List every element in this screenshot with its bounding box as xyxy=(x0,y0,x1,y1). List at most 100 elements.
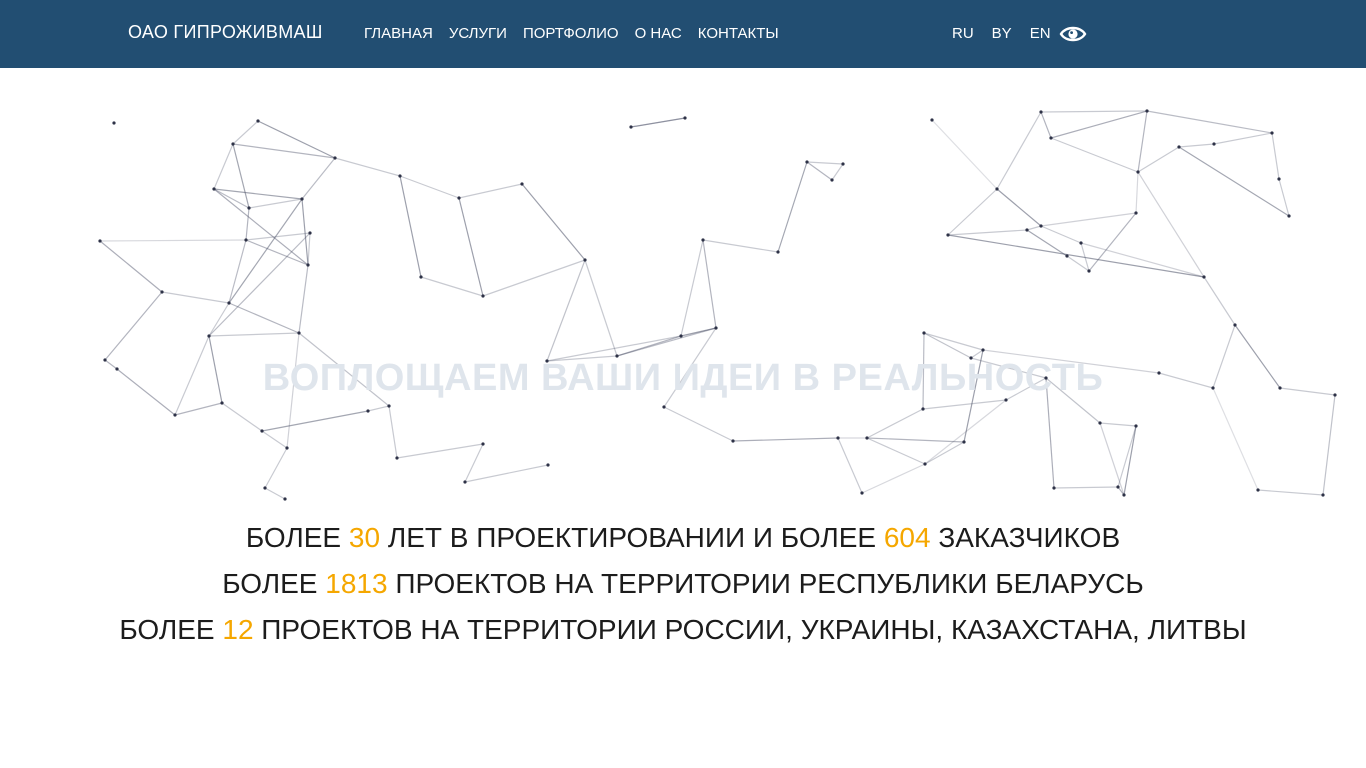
network-line xyxy=(1099,422,1137,427)
network-line xyxy=(1135,171,1139,214)
network-node xyxy=(1177,145,1181,149)
network-node xyxy=(98,239,102,243)
network-node xyxy=(481,442,485,446)
network-node xyxy=(1039,224,1043,228)
network-line xyxy=(1040,111,1052,139)
network-node xyxy=(463,480,467,484)
network-node xyxy=(1134,211,1138,215)
network-line xyxy=(546,259,586,362)
network-line xyxy=(947,188,998,236)
network-node xyxy=(981,348,985,352)
stat-text: ПРОЕКТОВ НА ТЕРРИТОРИИ РЕСПУБЛИКИ БЕЛАРУ… xyxy=(387,568,1144,599)
network-line xyxy=(996,188,1042,227)
network-node xyxy=(995,187,999,191)
network-line xyxy=(208,232,311,337)
stat-line: БОЛЕЕ 1813 ПРОЕКТОВ НА ТЕРРИТОРИИ РЕСПУБ… xyxy=(0,564,1366,610)
nav-item-about[interactable]: О НАС xyxy=(635,25,682,43)
eye-icon[interactable] xyxy=(1059,24,1087,44)
network-node xyxy=(231,142,235,146)
network-line xyxy=(923,332,984,351)
network-node xyxy=(946,233,950,237)
network-line xyxy=(261,410,369,432)
network-node xyxy=(247,206,251,210)
network-line xyxy=(261,430,288,449)
network-line xyxy=(922,399,1007,410)
network-node xyxy=(1079,241,1083,245)
stat-text: БОЛЕЕ xyxy=(119,614,223,645)
network-line xyxy=(1322,394,1336,496)
network-node xyxy=(520,182,524,186)
network-node xyxy=(830,178,834,182)
network-line xyxy=(232,143,250,209)
network-line xyxy=(931,119,998,190)
network-line xyxy=(1099,422,1125,496)
network-node xyxy=(1134,424,1138,428)
network-line xyxy=(1040,212,1137,227)
network-node xyxy=(930,118,934,122)
nav-item-home[interactable]: ГЛАВНАЯ xyxy=(364,25,433,43)
network-line xyxy=(104,291,163,361)
network-line xyxy=(1026,225,1042,231)
nav-item-contacts[interactable]: КОНТАКТЫ xyxy=(698,25,779,43)
network-node xyxy=(1287,214,1291,218)
lang-ru[interactable]: RU xyxy=(952,25,974,43)
network-node xyxy=(962,440,966,444)
network-line xyxy=(396,443,484,459)
lang-en[interactable]: EN xyxy=(1030,25,1051,43)
network-node xyxy=(629,125,633,129)
network-node xyxy=(244,238,248,242)
network-node xyxy=(923,462,927,466)
brand-logo-text[interactable]: ОАО ГИПРОЖИВМАШ xyxy=(128,22,323,43)
network-node xyxy=(112,121,116,125)
network-node xyxy=(398,174,402,178)
network-line xyxy=(99,240,163,293)
network-line xyxy=(680,239,704,337)
network-node xyxy=(841,162,845,166)
network-line xyxy=(213,188,303,200)
network-node xyxy=(1321,493,1325,497)
stat-number-years: 30 xyxy=(348,522,381,553)
network-node xyxy=(285,446,289,450)
network-node xyxy=(1025,228,1029,232)
network-line xyxy=(1257,489,1324,496)
nav-item-services[interactable]: УСЛУГИ xyxy=(449,25,507,43)
network-node xyxy=(583,258,587,262)
network-node xyxy=(173,413,177,417)
network-line xyxy=(947,229,1028,236)
network-line xyxy=(264,447,288,489)
network-line xyxy=(482,259,586,297)
network-line xyxy=(1040,110,1148,113)
network-line xyxy=(458,197,484,297)
network-node xyxy=(1087,269,1091,273)
network-node xyxy=(679,334,683,338)
network-line xyxy=(221,402,263,432)
network-node xyxy=(836,436,840,440)
top-navbar: ОАО ГИПРОЖИВМАШ ГЛАВНАЯ УСЛУГИ ПОРТФОЛИО… xyxy=(0,0,1366,68)
network-node xyxy=(283,497,287,501)
network-line xyxy=(806,161,833,181)
lang-by[interactable]: BY xyxy=(992,25,1012,43)
network-line xyxy=(1178,143,1215,148)
network-line xyxy=(301,198,309,266)
network-line xyxy=(301,157,336,200)
nav-item-portfolio[interactable]: ПОРТФОЛИО xyxy=(523,25,619,43)
network-line xyxy=(1271,132,1280,180)
network-line xyxy=(866,408,924,439)
network-line xyxy=(1146,110,1273,134)
network-line xyxy=(732,437,839,442)
network-line xyxy=(837,437,863,494)
network-line xyxy=(1137,146,1180,173)
network-line xyxy=(1040,225,1082,244)
network-node xyxy=(731,439,735,443)
network-node xyxy=(1277,177,1281,181)
network-line xyxy=(399,175,460,199)
network-line xyxy=(777,161,808,253)
network-line xyxy=(630,117,686,128)
hero-section: ВОПЛОЩАЕМ ВАШИ ИДЕИ В РЕАЛЬНОСТЬ xyxy=(0,68,1366,508)
network-node xyxy=(419,275,423,279)
network-node xyxy=(1202,275,1206,279)
stat-line: БОЛЕЕ 12 ПРОЕКТОВ НА ТЕРРИТОРИИ РОССИИ, … xyxy=(0,610,1366,656)
network-node xyxy=(1145,109,1149,113)
network-line xyxy=(367,405,390,412)
network-node xyxy=(1116,485,1120,489)
